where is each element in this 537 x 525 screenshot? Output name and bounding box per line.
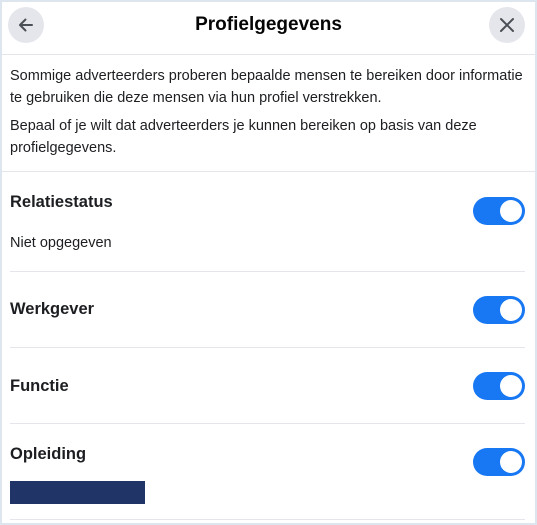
close-icon — [498, 16, 516, 34]
setting-row-relationship-status: Relatiestatus Niet opgegeven — [10, 172, 525, 272]
employer-toggle[interactable] — [473, 296, 525, 324]
setting-row-employer: Werkgever — [10, 272, 525, 348]
intro-paragraph-2: Bepaal of je wilt dat adverteerders je k… — [10, 118, 477, 156]
dialog-header: Profielgegevens — [2, 2, 535, 55]
setting-row-education: Opleiding — [10, 424, 525, 520]
setting-row-job-title: Functie — [10, 348, 525, 424]
profile-details-dialog: Profielgegevens Sommige adverteerders pr… — [0, 0, 537, 525]
intro-text: Sommige adverteerders proberen bepaalde … — [2, 55, 535, 172]
toggle-knob — [500, 299, 522, 321]
setting-label: Relatiestatus — [10, 193, 113, 211]
toggle-knob — [500, 200, 522, 222]
setting-label: Functie — [10, 377, 69, 395]
relationship-status-toggle[interactable] — [473, 197, 525, 225]
close-button[interactable] — [489, 7, 525, 43]
dialog-title: Profielgegevens — [195, 14, 342, 35]
toggle-knob — [500, 451, 522, 473]
toggle-knob — [500, 375, 522, 397]
setting-label: Opleiding — [10, 445, 87, 463]
education-toggle[interactable] — [473, 448, 525, 476]
intro-paragraph-1: Sommige adverteerders proberen bepaalde … — [10, 68, 523, 106]
redacted-value — [10, 481, 145, 504]
setting-label: Werkgever — [10, 300, 95, 318]
setting-value: Niet opgegeven — [10, 235, 112, 251]
job-title-toggle[interactable] — [473, 372, 525, 400]
